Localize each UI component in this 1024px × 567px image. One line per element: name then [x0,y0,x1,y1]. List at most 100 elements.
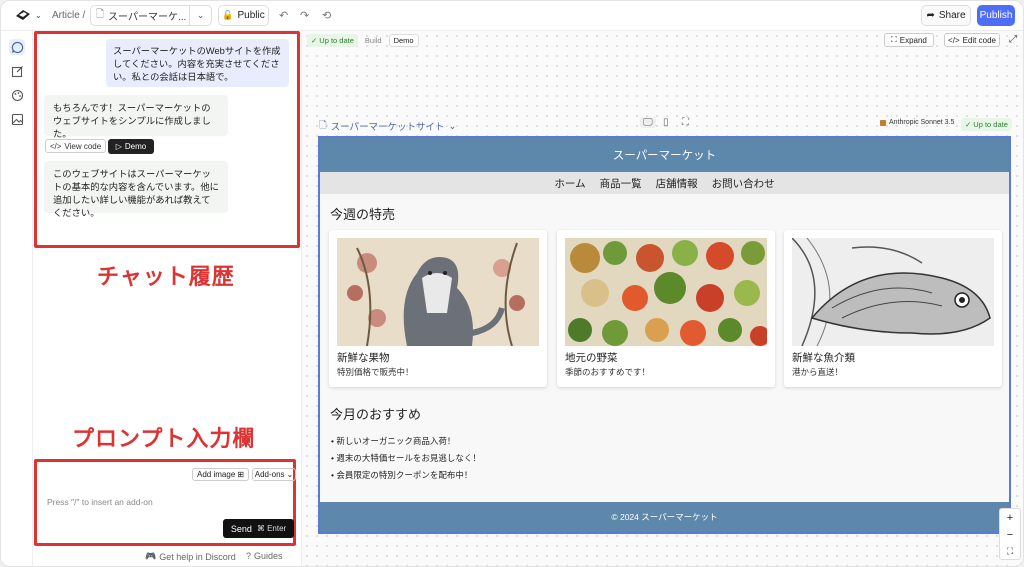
publish-button[interactable]: Publish [977,5,1015,26]
artifact-selector[interactable]: 🗋 スーパーマーケ... ⌄ [90,5,212,26]
site-name-label: スーパーマーケットサイト [330,122,445,133]
send-shortcut: ⌘ Enter [256,524,287,533]
product-card[interactable]: 地元の野菜 季節のおすすめです！ [557,230,775,387]
nav-products[interactable]: 商品一覧 [600,176,642,191]
app-logo[interactable]: ⌄ [15,9,42,21]
list-item: 新しいオーガニック商品入荷！ [331,433,481,450]
edit-code-label: Edit code [962,35,996,45]
fit-view-icon[interactable]: ⛶ [1007,546,1013,557]
assistant-message: もちろんです！スーパーマーケットのウェブサイトをシンプルに作成しました。 [44,95,228,139]
image-plus-icon: ⊞ [237,470,244,479]
add-ons-label: Add-ons [254,470,285,479]
recommendation-list: 新しいオーガニック商品入荷！ 週末の大特価セールをお見逃しなく！ 会員限定の特別… [331,433,481,484]
expand-icon: ⛶ [891,35,897,44]
lock-icon: 🔓 [222,10,234,20]
site-preview: スーパーマーケット ホーム 商品一覧 店舗情報 お問い合わせ 今週の特売 新鮮な… [318,136,1011,534]
left-rail [1,31,33,566]
chevron-down-icon: ⌄ [448,120,457,132]
palette-icon[interactable] [9,87,25,103]
share-button[interactable]: ➦ Share [921,5,971,26]
add-image-button[interactable]: Add image ⊞ [192,468,249,481]
card-title: 地元の野菜 [565,352,618,364]
prompt-input[interactable]: Press "/" to insert an add-on [47,497,153,507]
expand-label: Expand [899,35,927,45]
redo-icon[interactable]: ↷ [300,9,309,22]
edit-code-button[interactable]: </> Edit code [944,33,1000,47]
assistant-message: このウェブサイトはスーパーマーケットの基本的な内容を含んでいます。他に追加したい… [44,161,228,218]
play-icon: ▷ [115,142,122,151]
zoom-out-icon[interactable]: − [1007,529,1013,541]
add-image-label: Add image [197,470,236,479]
weekly-specials-title: 今週の特売 [330,207,396,222]
mobile-icon[interactable]: ▯ [663,117,669,128]
edit-icon[interactable] [9,63,25,79]
top-bar: ⌄ Article / 🗋 スーパーマーケ... ⌄ 🔓 Public ↶ ↷ … [1,1,1023,31]
chat-history-annotation: チャット履歴 [97,264,235,289]
demo-label: Demo [124,142,147,151]
site-selector[interactable]: 🗋 スーパーマーケットサイト ⌄ [319,118,457,134]
image-icon[interactable] [9,111,25,127]
check-icon: ✓ [311,36,318,45]
status-label: Up to date [973,120,1008,129]
undo-icon[interactable]: ↶ [279,9,288,22]
cat-illustration [337,238,539,346]
nav-home[interactable]: ホーム [554,176,585,191]
visibility-label: Public [237,10,265,21]
file-icon: 🗋 [96,9,105,20]
card-subtitle: 港から直送！ [792,367,844,377]
site-footer: © 2024 スーパーマーケット [320,502,1009,532]
prompt-box: Add image ⊞ Add-ons ⌄ Press "/" to inser… [34,459,296,546]
demo-tab[interactable]: Demo [388,34,419,47]
send-label: Send [230,523,252,534]
chevron-down-icon[interactable]: ⌄ [189,6,211,25]
build-status-bar: ✓ Up to date Build Demo [307,34,419,47]
fish-illustration [792,238,994,346]
visibility-button[interactable]: 🔓 Public [218,5,269,26]
guides-label: Guides [254,551,283,561]
view-code-button[interactable]: </> View code [45,139,106,153]
build-tab[interactable]: Build [361,34,386,47]
check-icon: ✓ [965,120,972,129]
share-label: Share [938,10,966,21]
chevron-down-icon: ⌄ [286,470,294,479]
nav-contact[interactable]: お問い合わせ [712,176,775,191]
site-nav: ホーム 商品一覧 店舗情報 お問い合わせ [320,172,1009,194]
site-header: スーパーマーケット [320,138,1009,172]
send-button[interactable]: Send ⌘ Enter [223,519,294,538]
fullscreen-icon[interactable]: ⤢ [1009,34,1017,45]
discord-icon: 🎮 [145,551,157,561]
model-badge: Anthropic Sonnet 3.5 [880,119,954,126]
status-badge: ✓ Up to date [961,118,1012,131]
history-icon[interactable]: ⟲ [322,9,331,22]
expand-button[interactable]: ⛶ Expand [884,33,934,47]
list-item: 会員限定の特別クーポンを配布中！ [331,467,481,484]
status-badge: ✓ Up to date [307,34,358,47]
user-message: スーパーマーケットのWebサイトを作成してください。内容を充実させてください。私… [106,39,289,87]
desktop-icon[interactable]: 🖵 [640,117,656,128]
logo-icon [16,10,30,20]
discord-help-link[interactable]: 🎮 Get help in Discord [145,551,236,562]
product-card[interactable]: 新鮮な果物 特別価格で販売中！ [329,230,547,387]
preview-canvas: ✓ Up to date Build Demo ⛶ Expand </> Edit… [301,31,1023,566]
view-code-label: View code [64,141,102,151]
demo-button[interactable]: ▷ Demo [108,139,154,154]
breadcrumb[interactable]: Article / [52,10,85,21]
chat-panel: スーパーマーケットのWebサイトを作成してください。内容を充実させてください。私… [34,31,300,566]
guides-link[interactable]: ? Guides [246,551,283,561]
card-subtitle: 季節のおすすめです！ [565,367,651,377]
zoom-controls: + − ⛶ [999,508,1021,560]
model-label: Anthropic Sonnet 3.5 [889,119,955,126]
fit-screen-icon[interactable]: ⛶ [682,117,689,128]
chat-icon[interactable] [9,39,25,55]
card-subtitle: 特別価格で販売中！ [337,367,414,377]
nav-store-info[interactable]: 店舗情報 [656,176,698,191]
zoom-in-icon[interactable]: + [1007,512,1013,524]
chevron-down-icon: ⌄ [35,10,42,20]
code-icon: </> [948,35,960,45]
status-label: Up to date [319,36,354,45]
share-icon: ➦ [926,10,935,21]
add-ons-dropdown[interactable]: Add-ons ⌄ [252,468,296,481]
model-icon [880,119,886,126]
product-card[interactable]: 新鮮な魚介類 港から直送！ [784,230,1002,387]
card-title: 新鮮な魚介類 [792,352,855,364]
